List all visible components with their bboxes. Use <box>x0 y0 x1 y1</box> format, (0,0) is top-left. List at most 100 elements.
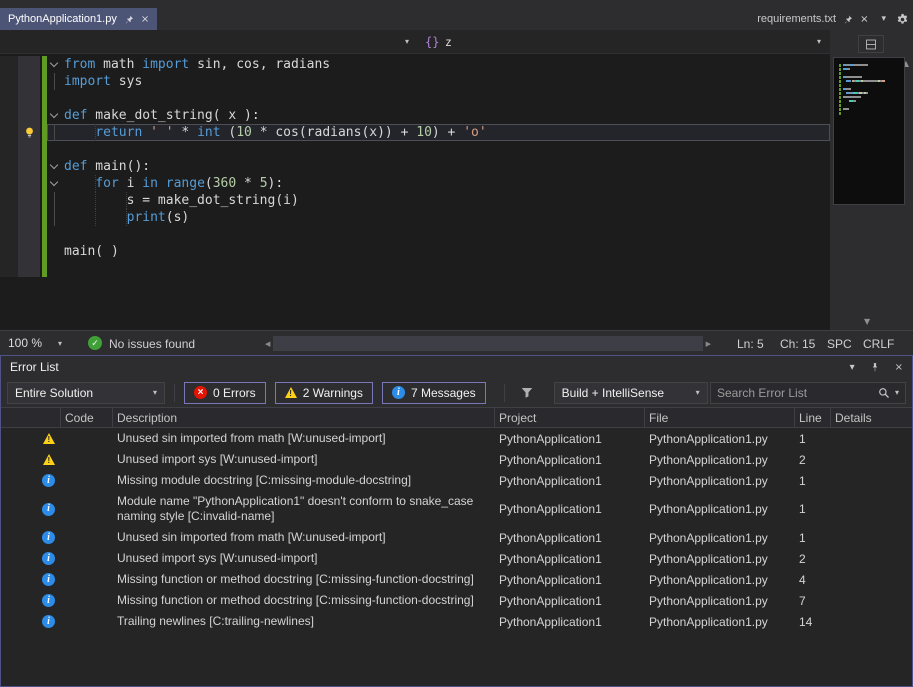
type-dropdown[interactable]: ▾ <box>0 30 418 53</box>
outlining-margin[interactable] <box>47 175 61 192</box>
collapse-chevron-icon[interactable] <box>50 110 58 118</box>
outlining-margin[interactable] <box>47 73 61 90</box>
outlining-margin[interactable] <box>47 243 61 260</box>
scrollbar-thumb[interactable] <box>273 336 702 351</box>
line-ending-indicator[interactable]: CRLF <box>863 337 894 351</box>
outlining-margin[interactable] <box>47 124 61 141</box>
errors-filter-button[interactable]: 0 Errors <box>184 382 266 404</box>
column-header-severity[interactable] <box>1 408 61 427</box>
glyph-margin[interactable] <box>18 243 40 260</box>
horizontal-scrollbar[interactable]: ◀ ▶ <box>262 336 714 351</box>
error-row[interactable]: Unused sin imported from math [W:unused-… <box>1 428 912 449</box>
close-icon[interactable]: × <box>860 14 868 25</box>
outlining-margin[interactable] <box>47 209 61 226</box>
gear-icon[interactable] <box>896 13 909 26</box>
indicator-margin[interactable] <box>0 209 18 226</box>
indicator-margin[interactable] <box>0 260 18 277</box>
outlining-margin[interactable] <box>47 90 61 107</box>
code-line <box>0 90 830 107</box>
scope-dropdown[interactable]: Entire Solution ▾ <box>7 382 165 404</box>
outlining-margin[interactable] <box>47 141 61 158</box>
glyph-margin[interactable] <box>18 158 40 175</box>
indicator-margin[interactable] <box>0 107 18 124</box>
chevron-down-icon[interactable]: ▾ <box>895 388 899 397</box>
error-icon <box>194 386 207 399</box>
close-icon[interactable]: × <box>895 362 903 373</box>
close-icon[interactable]: × <box>141 14 149 25</box>
outlining-margin[interactable] <box>47 107 61 124</box>
error-row[interactable]: Unused import sys [W:unused-import]Pytho… <box>1 548 912 569</box>
column-header-code[interactable]: Code <box>61 408 113 427</box>
glyph-margin[interactable] <box>18 260 40 277</box>
file-cell: PythonApplication1.py <box>645 449 795 470</box>
glyph-margin[interactable] <box>18 175 40 192</box>
tab-requirements[interactable]: requirements.txt × <box>754 8 871 30</box>
chevron-down-icon[interactable]: ▾ <box>58 339 62 348</box>
error-row[interactable]: Module name "PythonApplication1" doesn't… <box>1 491 912 527</box>
outlining-margin[interactable] <box>47 158 61 175</box>
glyph-margin[interactable] <box>18 73 40 90</box>
outlining-margin[interactable] <box>47 192 61 209</box>
glyph-margin[interactable] <box>18 226 40 243</box>
indicator-margin[interactable] <box>0 90 18 107</box>
outlining-margin[interactable] <box>47 56 61 73</box>
chevron-down-icon[interactable]: ▾ <box>850 362 855 373</box>
chevron-down-icon[interactable]: ▾ <box>881 14 886 24</box>
error-row[interactable]: Trailing newlines [C:trailing-newlines]P… <box>1 611 912 632</box>
split-editor-button[interactable] <box>858 35 884 53</box>
scroll-down-icon[interactable]: ▼ <box>864 317 870 326</box>
column-header-file[interactable]: File <box>645 408 795 427</box>
glyph-margin[interactable] <box>18 107 40 124</box>
scrollbar-map[interactable] <box>833 57 905 205</box>
search-icon[interactable] <box>878 387 890 399</box>
indicator-margin[interactable] <box>0 124 18 141</box>
error-row[interactable]: Unused sin imported from math [W:unused-… <box>1 527 912 548</box>
column-header-details[interactable]: Details <box>831 408 912 427</box>
code-editor[interactable]: from math import sin, cos, radiansimport… <box>0 54 830 330</box>
warnings-filter-button[interactable]: 2 Warnings <box>275 382 373 404</box>
glyph-margin[interactable] <box>18 209 40 226</box>
line-body: main( ) <box>47 243 830 260</box>
outlining-margin[interactable] <box>47 260 61 277</box>
minimap-change-mark <box>839 104 841 107</box>
panel-titlebar[interactable]: Error List ▾ × <box>1 356 912 378</box>
tab-pythonapplication1[interactable]: PythonApplication1.py × <box>0 8 157 30</box>
indicator-margin[interactable] <box>0 56 18 73</box>
member-dropdown[interactable]: {} z ▾ <box>418 30 830 53</box>
messages-filter-button[interactable]: 7 Messages <box>382 382 486 404</box>
scroll-left-icon[interactable]: ◀ <box>262 340 273 348</box>
scroll-right-icon[interactable]: ▶ <box>703 340 714 348</box>
indicator-margin[interactable] <box>0 192 18 209</box>
column-header-description[interactable]: Description <box>113 408 495 427</box>
glyph-margin[interactable] <box>18 124 40 141</box>
indicator-margin[interactable] <box>0 158 18 175</box>
glyph-margin[interactable] <box>18 141 40 158</box>
indicator-margin[interactable] <box>0 175 18 192</box>
source-dropdown[interactable]: Build + IntelliSense ▾ <box>554 382 708 404</box>
indicator-margin[interactable] <box>0 243 18 260</box>
pin-icon[interactable] <box>843 14 853 25</box>
indicator-margin[interactable] <box>0 226 18 243</box>
filter-icon[interactable] <box>514 386 540 399</box>
glyph-margin[interactable] <box>18 56 40 73</box>
indicator-margin[interactable] <box>0 141 18 158</box>
error-row[interactable]: Missing function or method docstring [C:… <box>1 569 912 590</box>
collapse-chevron-icon[interactable] <box>50 178 58 186</box>
collapse-chevron-icon[interactable] <box>50 59 58 67</box>
error-row[interactable]: Unused import sys [W:unused-import]Pytho… <box>1 449 912 470</box>
pin-icon[interactable] <box>124 14 134 25</box>
zoom-level[interactable]: 100 % <box>8 336 42 350</box>
indicator-margin[interactable] <box>0 73 18 90</box>
search-input[interactable] <box>717 386 878 400</box>
pin-icon[interactable] <box>870 362 880 373</box>
glyph-margin[interactable] <box>18 90 40 107</box>
glyph-margin[interactable] <box>18 192 40 209</box>
collapse-chevron-icon[interactable] <box>50 161 58 169</box>
space-mode-indicator[interactable]: SPC <box>827 337 852 351</box>
outlining-margin[interactable] <box>47 226 61 243</box>
column-header-line[interactable]: Line <box>795 408 831 427</box>
error-row[interactable]: Missing module docstring [C:missing-modu… <box>1 470 912 491</box>
error-row[interactable]: Missing function or method docstring [C:… <box>1 590 912 611</box>
column-header-project[interactable]: Project <box>495 408 645 427</box>
code-text: from math import sin, cos, radians <box>61 56 830 73</box>
